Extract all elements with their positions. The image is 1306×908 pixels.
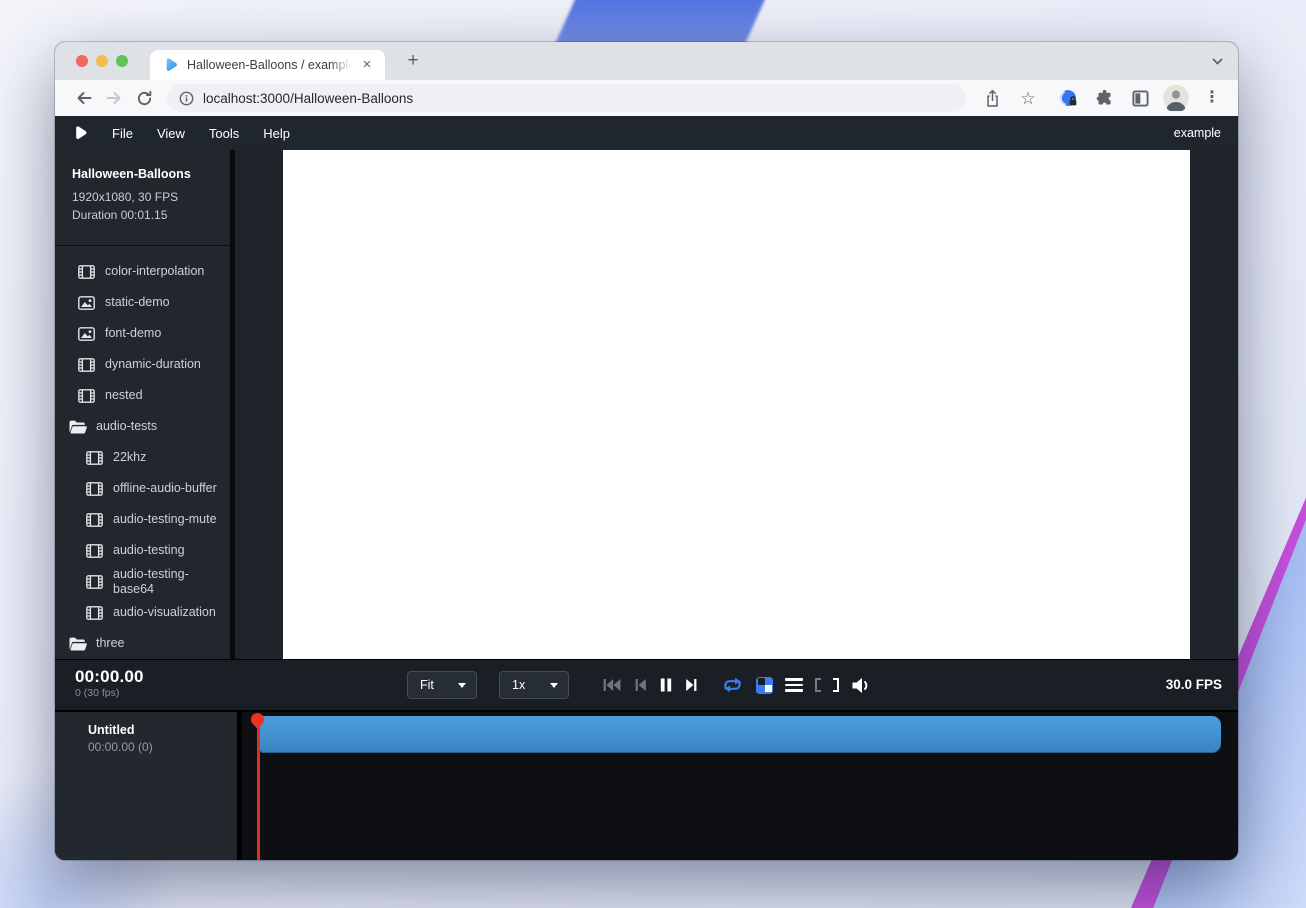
- film-icon: [86, 606, 104, 620]
- composition-resolution: 1920x1080, 30 FPS: [72, 188, 218, 206]
- menu-tools[interactable]: Tools: [207, 124, 241, 143]
- browser-toolbar: localhost:3000/Halloween-Balloons ☆: [55, 80, 1238, 116]
- extensions-puzzle-icon[interactable]: [1090, 84, 1118, 112]
- out-marker-icon[interactable]: [833, 678, 839, 692]
- composition-duration: Duration 00:01.15: [72, 206, 218, 224]
- sidebar-item-static-demo[interactable]: static-demo: [55, 287, 230, 318]
- reload-icon[interactable]: [129, 84, 159, 112]
- canvas-area: [235, 150, 1238, 659]
- sidebar-item-audio-testing[interactable]: audio-testing: [55, 535, 230, 566]
- side-panel-icon[interactable]: [1126, 84, 1154, 112]
- timeline-track-header[interactable]: Untitled 00:00.00 (0): [55, 712, 237, 860]
- transparency-checkerboard-icon[interactable]: [756, 677, 773, 694]
- chevron-down-icon: [458, 683, 466, 688]
- forward-icon[interactable]: [99, 84, 129, 112]
- preview-canvas[interactable]: [283, 150, 1190, 661]
- track-info: 00:00.00 (0): [88, 739, 237, 755]
- film-icon: [86, 575, 104, 589]
- share-icon[interactable]: [978, 84, 1006, 112]
- in-marker-icon[interactable]: [815, 678, 821, 692]
- current-time: 00:00.00: [75, 667, 144, 686]
- transport-controls: [602, 660, 698, 710]
- new-tab-button[interactable]: +: [401, 49, 425, 73]
- tab-search-chevron-icon[interactable]: [1211, 55, 1224, 73]
- folder-open-icon: [69, 420, 87, 434]
- menubar-example-link[interactable]: example: [1174, 126, 1221, 140]
- film-icon: [78, 265, 96, 279]
- sidebar-item-audio-testing-mute[interactable]: audio-testing-mute: [55, 504, 230, 535]
- sidebar-item-audio-visualization[interactable]: audio-visualization: [55, 597, 230, 628]
- compositions-sidebar: Halloween-Balloons 1920x1080, 30 FPS Dur…: [55, 150, 230, 659]
- remotion-favicon-icon: [163, 57, 179, 73]
- browser-tab[interactable]: Halloween-Balloons / example ×: [150, 50, 385, 80]
- volume-icon[interactable]: [851, 677, 871, 694]
- film-icon: [86, 513, 104, 527]
- film-icon: [78, 358, 96, 372]
- chevron-down-icon: [550, 683, 558, 688]
- bookmark-star-icon[interactable]: ☆: [1014, 84, 1042, 112]
- sidebar-item-audio-testing-base64[interactable]: audio-testing-base64: [55, 566, 230, 597]
- menu-help[interactable]: Help: [261, 124, 292, 143]
- browser-window: Halloween-Balloons / example × +: [55, 42, 1238, 860]
- close-window-button[interactable]: [76, 55, 88, 67]
- playhead-line[interactable]: [257, 721, 260, 860]
- remotion-logo-icon[interactable]: [73, 125, 88, 141]
- main-content: Halloween-Balloons 1920x1080, 30 FPS Dur…: [55, 150, 1238, 659]
- folder-open-icon: [69, 637, 87, 651]
- image-icon: [78, 296, 96, 310]
- next-frame-icon[interactable]: [685, 678, 698, 692]
- sidebar-item-color-interpolation[interactable]: color-interpolation: [55, 256, 230, 287]
- minimize-window-button[interactable]: [96, 55, 108, 67]
- composition-info: Halloween-Balloons 1920x1080, 30 FPS Dur…: [55, 150, 230, 246]
- adblock-extension-icon[interactable]: [1054, 84, 1082, 112]
- app-menubar: File View Tools Help example: [55, 116, 1238, 150]
- current-frame-info: 0 (30 fps): [75, 687, 144, 699]
- loop-icon[interactable]: [721, 677, 744, 693]
- film-icon: [86, 482, 104, 496]
- fps-label: 30.0 FPS: [1166, 660, 1222, 710]
- traffic-lights: [76, 55, 128, 67]
- browser-menu-dots-icon[interactable]: ⋮: [1198, 84, 1226, 112]
- back-icon[interactable]: [69, 84, 99, 112]
- previous-frame-icon[interactable]: [634, 678, 647, 692]
- timeline-toggle-icon[interactable]: [785, 678, 803, 692]
- pause-icon[interactable]: [660, 678, 672, 692]
- film-icon: [78, 389, 96, 403]
- player-controls: 00:00.00 0 (30 fps) Fit 1x: [55, 659, 1238, 710]
- sidebar-item-22khz[interactable]: 22khz: [55, 442, 230, 473]
- toolbar-actions: ☆: [978, 84, 1226, 112]
- composition-title: Halloween-Balloons: [72, 167, 218, 181]
- tab-title: Halloween-Balloons / example: [187, 58, 353, 72]
- skip-to-start-icon[interactable]: [602, 678, 621, 692]
- sidebar-item-font-demo[interactable]: font-demo: [55, 318, 230, 349]
- sidebar-item-three[interactable]: three: [55, 628, 230, 659]
- sidebar-item-audio-tests[interactable]: audio-tests: [55, 411, 230, 442]
- size-select[interactable]: Fit: [407, 671, 477, 699]
- film-icon: [86, 451, 104, 465]
- film-icon: [86, 544, 104, 558]
- timeline: Untitled 00:00.00 (0): [55, 710, 1238, 860]
- menu-view[interactable]: View: [155, 124, 187, 143]
- profile-avatar[interactable]: [1162, 84, 1190, 112]
- sidebar-item-nested[interactable]: nested: [55, 380, 230, 411]
- zoom-window-button[interactable]: [116, 55, 128, 67]
- sidebar-items: color-interpolation static-demo font-dem…: [55, 246, 230, 659]
- player-toggles: [721, 660, 871, 710]
- menu-file[interactable]: File: [110, 124, 135, 143]
- tab-strip: Halloween-Balloons / example × +: [55, 42, 1238, 80]
- address-bar[interactable]: localhost:3000/Halloween-Balloons: [167, 84, 966, 112]
- track-name: Untitled: [88, 722, 237, 739]
- desktop-wallpaper: Halloween-Balloons / example × +: [0, 0, 1306, 908]
- image-icon: [78, 327, 96, 341]
- sidebar-item-offline-audio-buffer[interactable]: offline-audio-buffer: [55, 473, 230, 504]
- time-display: 00:00.00 0 (30 fps): [75, 667, 144, 699]
- speed-select[interactable]: 1x: [499, 671, 569, 699]
- page-info-icon[interactable]: [179, 91, 194, 106]
- sidebar-item-dynamic-duration[interactable]: dynamic-duration: [55, 349, 230, 380]
- tab-close-icon[interactable]: ×: [359, 57, 375, 73]
- timeline-sequence-bar[interactable]: [260, 716, 1221, 753]
- url-text: localhost:3000/Halloween-Balloons: [203, 91, 413, 106]
